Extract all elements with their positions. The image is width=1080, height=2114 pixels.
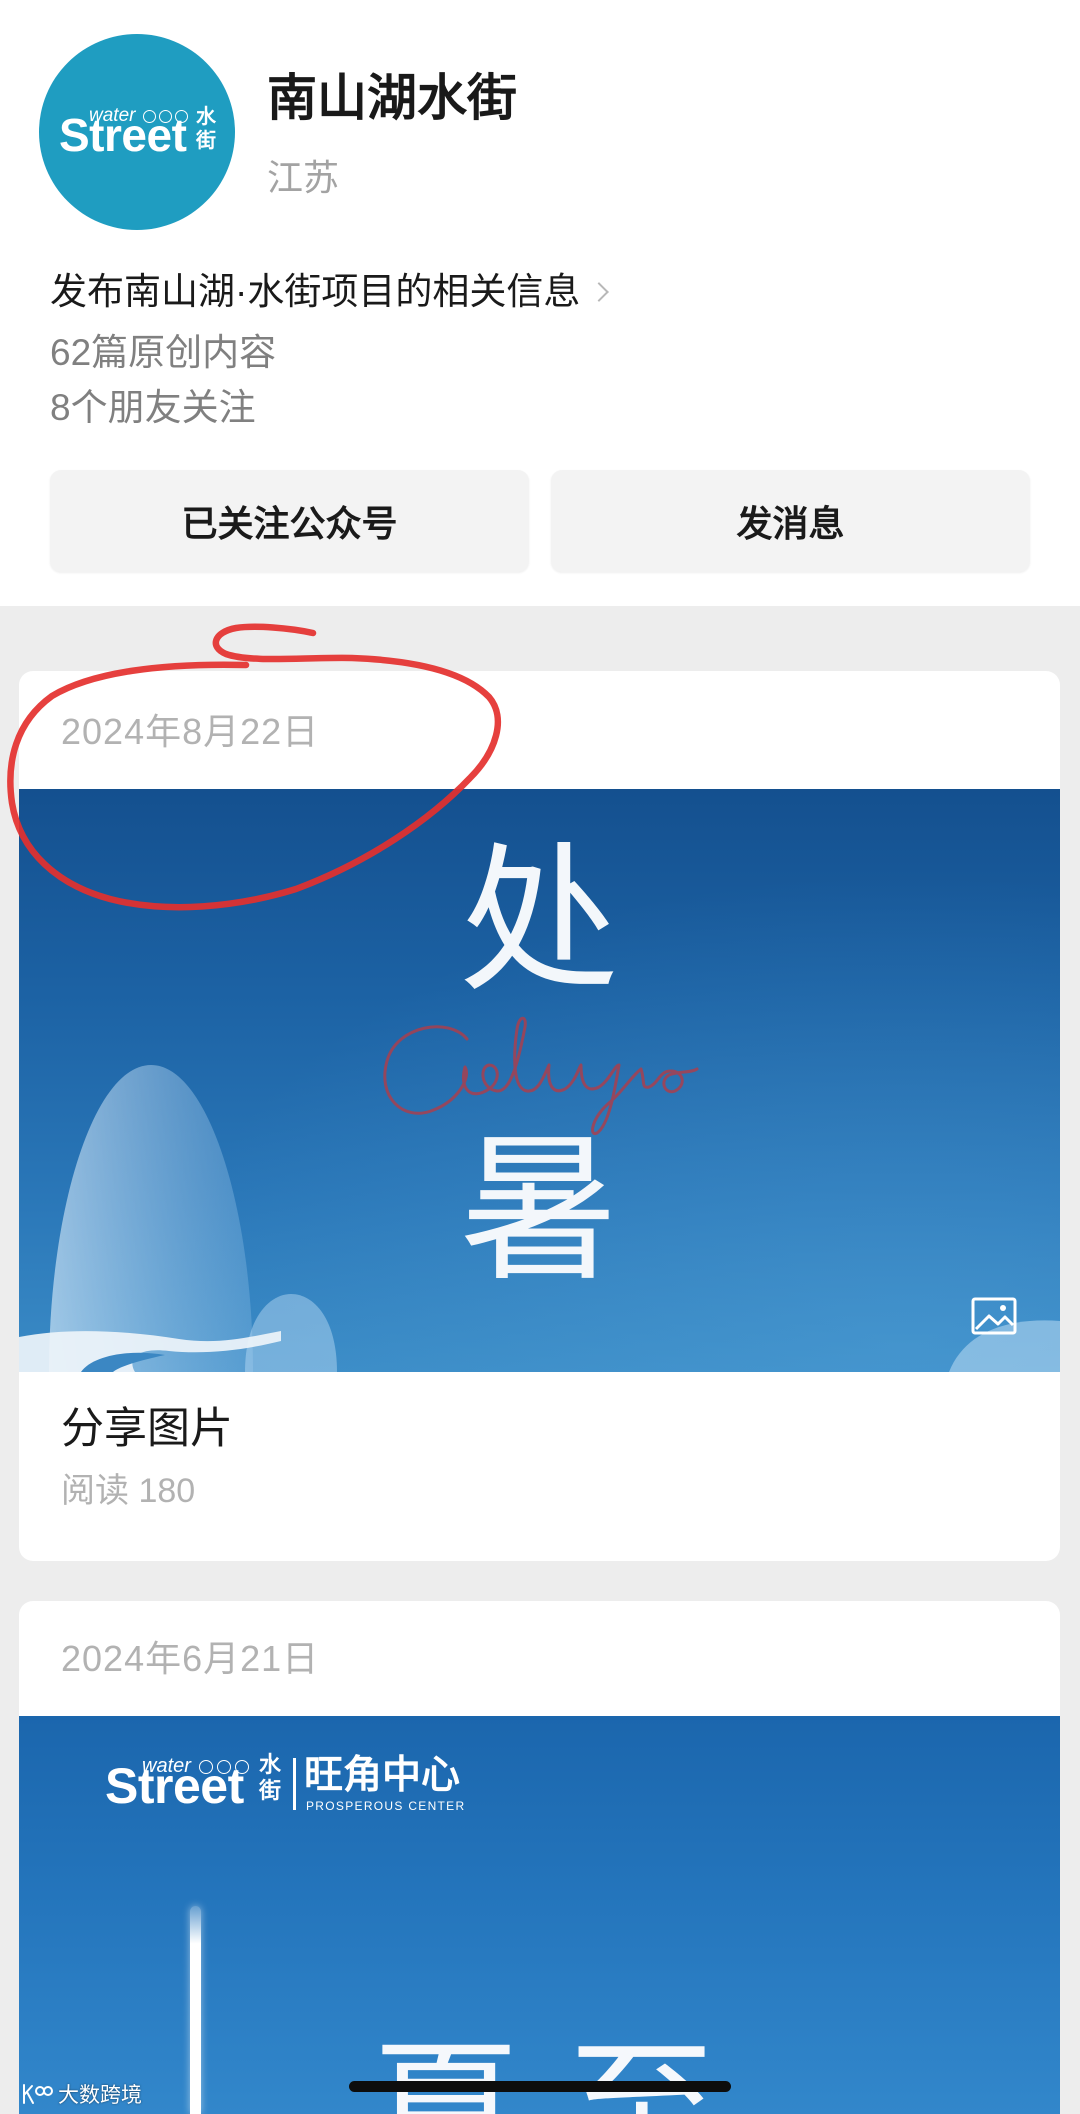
cover-script-lettering [383, 1016, 699, 1136]
account-description-row[interactable]: 发布南山湖·水街项目的相关信息 [50, 270, 610, 314]
watermark-text: 大数跨境 [58, 2084, 142, 2107]
cover-headline: 夏至 [371, 2028, 764, 2114]
cover-brand-name: 旺角中心 [304, 1754, 461, 1797]
watermark: 大数跨境 [20, 2080, 142, 2108]
post-card[interactable]: 2024年6月21日 water 水 Street 街 旺角中心 PROSPER… [19, 1601, 1060, 2114]
account-region: 江苏 [267, 157, 340, 198]
post-date: 2024年8月22日 [61, 711, 320, 752]
chevron-right-icon [589, 282, 610, 303]
home-indicator[interactable] [349, 2081, 731, 2092]
send-message-button[interactable]: 发消息 [551, 470, 1030, 572]
cover-light-beam [190, 1906, 201, 2114]
post-cover-image[interactable]: 处 暑 [19, 789, 1060, 1372]
cover-logo-street: Street [105, 1758, 244, 1814]
post-title: 分享图片 [61, 1405, 233, 1453]
post-cover-image[interactable]: water 水 Street 街 旺角中心 PROSPEROUS CENTER … [19, 1716, 1060, 2114]
avatar-logo-street: Street [59, 109, 187, 161]
post-card[interactable]: 2024年8月22日 处 暑 分享图片 阅读 180 [19, 671, 1060, 1561]
cover-logo-divider [293, 1758, 296, 1810]
followed-button[interactable]: 已关注公众号 [50, 470, 529, 572]
post-read-count: 阅读 180 [61, 1472, 196, 1510]
cover-logo-cn-top: 水 [259, 1752, 282, 1777]
account-avatar[interactable]: water 水 Street 街 [39, 34, 235, 230]
cover-logo-cn-bottom: 街 [259, 1778, 282, 1803]
post-date: 2024年6月21日 [61, 1638, 320, 1679]
image-icon [971, 1297, 1017, 1335]
cover-brand-subtitle: PROSPEROUS CENTER [306, 1799, 466, 1813]
account-name: 南山湖水街 [267, 70, 517, 126]
avatar-logo-cn-bottom: 街 [196, 130, 216, 152]
avatar-logo-cn-top: 水 [196, 106, 216, 128]
original-content-count[interactable]: 62篇原创内容 [50, 331, 276, 375]
friends-following-count[interactable]: 8个朋友关注 [50, 386, 256, 430]
account-description: 发布南山湖·水街项目的相关信息 [50, 271, 581, 312]
watermark-logo-icon [23, 2084, 53, 2104]
